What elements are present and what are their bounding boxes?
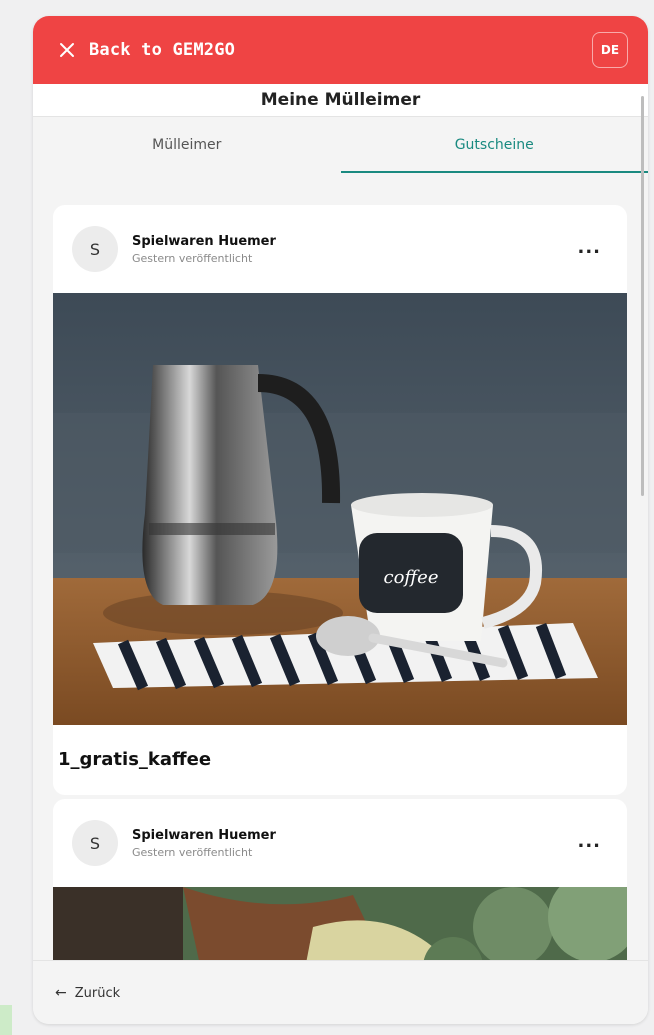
posted-meta: Gestern veröffentlicht <box>132 251 253 265</box>
tab-gutscheine[interactable]: Gutscheine <box>340 117 649 173</box>
card-header: S Spielwaren Huemer Gestern veröffentlic… <box>53 799 627 887</box>
voucher-card[interactable]: S Spielwaren Huemer Gestern veröffentlic… <box>53 205 627 795</box>
back-to-gem2go-button[interactable]: Back to GEM2GO <box>57 40 235 60</box>
more-options-icon[interactable]: ... <box>577 831 601 852</box>
avatar: S <box>72 226 118 272</box>
tab-bar: Mülleimer Gutscheine <box>33 116 648 173</box>
close-icon <box>57 40 77 60</box>
scrollbar[interactable] <box>641 96 644 496</box>
author-block: Spielwaren Huemer Gestern veröffentlicht <box>132 234 276 265</box>
more-options-icon[interactable]: ... <box>577 237 601 258</box>
bottom-bar: ← Zurück <box>33 960 648 1024</box>
author-name: Spielwaren Huemer <box>132 827 276 843</box>
top-bar: Back to GEM2GO DE <box>33 16 648 84</box>
author-block: Spielwaren Huemer Gestern veröffentlicht <box>132 828 276 859</box>
zurueck-button[interactable]: ← Zurück <box>55 985 120 1001</box>
voucher-card[interactable]: S Spielwaren Huemer Gestern veröffentlic… <box>53 799 627 979</box>
card-header: S Spielwaren Huemer Gestern veröffentlic… <box>53 205 627 293</box>
tab-muelleimer[interactable]: Mülleimer <box>33 117 341 173</box>
app-panel: Back to GEM2GO DE Meine Mülleimer Müllei… <box>33 16 648 1024</box>
author-name: Spielwaren Huemer <box>132 233 276 249</box>
language-button[interactable]: DE <box>592 32 628 68</box>
voucher-title: 1_gratis_kaffee <box>58 749 212 770</box>
coffee-cup-photo: coffee <box>53 293 627 725</box>
avatar: S <box>72 820 118 866</box>
arrow-left-icon: ← <box>55 985 67 1001</box>
back-to-gem2go-label: Back to GEM2GO <box>89 40 236 60</box>
svg-text:coffee: coffee <box>384 567 439 588</box>
posted-meta: Gestern veröffentlicht <box>132 845 253 859</box>
background-accent <box>0 1005 12 1035</box>
zurueck-label: Zurück <box>74 985 121 1001</box>
title-bar: Meine Mülleimer <box>33 84 648 116</box>
page-title: Meine Mülleimer <box>260 90 421 110</box>
